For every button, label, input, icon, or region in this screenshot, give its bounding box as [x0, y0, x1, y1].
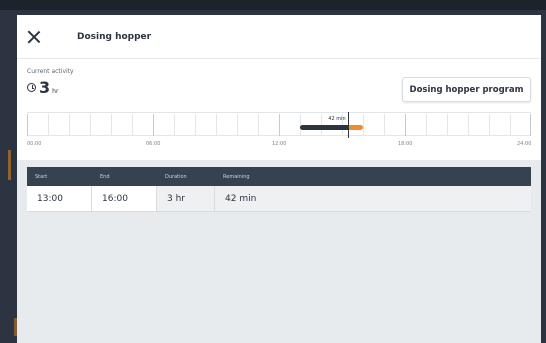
timeline-tick — [195, 114, 196, 136]
cell-end: 16:00 — [92, 186, 157, 211]
dosing-hopper-dialog: Dosing hopper Current activity 3 hr Dosi… — [17, 15, 541, 343]
timeline-label: 00:00 — [27, 141, 42, 147]
column-header-remaining: Remaining — [223, 173, 250, 180]
timeline-tick — [279, 114, 280, 136]
timeline-tick — [384, 114, 385, 136]
timeline-tick — [216, 114, 217, 136]
timeline-tick — [69, 114, 70, 136]
timeline-tick — [48, 114, 49, 136]
activity-table-area: Start End Duration Remaining 13:00 16:00… — [17, 160, 541, 343]
timeline-tick — [153, 114, 154, 136]
timeline-tick — [489, 114, 490, 136]
timeline-tick — [174, 114, 175, 136]
timeline-tick — [27, 114, 28, 136]
timeline-label: 06:00 — [146, 141, 161, 147]
activity-timeline: 42 min 00:00 06:00 12:00 18:00 24:00 — [27, 112, 531, 152]
timeline-tick — [468, 114, 469, 136]
timeline-elapsed-bar — [300, 125, 349, 130]
clock-icon — [27, 83, 36, 92]
column-header-end: End — [100, 173, 110, 180]
timeline-track — [27, 112, 531, 136]
cell-start: 13:00 — [27, 186, 92, 211]
dialog-header: Dosing hopper — [17, 15, 541, 59]
column-header-start: Start — [35, 173, 48, 180]
column-header-duration: Duration — [165, 173, 187, 180]
activity-unit: hr — [52, 88, 59, 95]
activity-table: Start End Duration Remaining 13:00 16:00… — [27, 167, 531, 212]
background-bar — [0, 0, 546, 10]
activity-number: 3 — [39, 78, 51, 97]
timeline-label: 18:00 — [398, 141, 413, 147]
timeline-tick — [447, 114, 448, 136]
cell-remaining: 42 min — [225, 193, 257, 204]
timeline-tick — [90, 114, 91, 136]
table-row[interactable]: 13:00 16:00 3 hr 42 min — [27, 186, 531, 212]
background-accent — [8, 150, 11, 180]
timeline-tick — [132, 114, 133, 136]
current-activity-label: Current activity — [27, 68, 74, 75]
current-activity-value: 3 hr — [27, 78, 74, 97]
timeline-tick — [258, 114, 259, 136]
timeline-tick — [530, 114, 531, 136]
timeline-tick — [363, 114, 364, 136]
timeline-tick — [426, 114, 427, 136]
timeline-label: 24:00 — [517, 141, 532, 147]
dialog-title: Dosing hopper — [77, 31, 152, 42]
cell-duration: 3 hr — [157, 186, 215, 211]
timeline-remaining-bar — [348, 125, 363, 130]
current-activity: Current activity 3 hr — [27, 68, 74, 97]
timeline-tick — [405, 114, 406, 136]
dosing-hopper-program-button[interactable]: Dosing hopper program — [402, 77, 531, 102]
timeline-label: 12:00 — [272, 141, 287, 147]
close-icon[interactable] — [27, 30, 41, 44]
timeline-now-marker — [348, 112, 350, 138]
timeline-now-label: 42 min — [328, 116, 346, 122]
timeline-tick — [510, 114, 511, 136]
table-header: Start End Duration Remaining — [27, 167, 531, 186]
timeline-tick — [237, 114, 238, 136]
timeline-tick — [111, 114, 112, 136]
